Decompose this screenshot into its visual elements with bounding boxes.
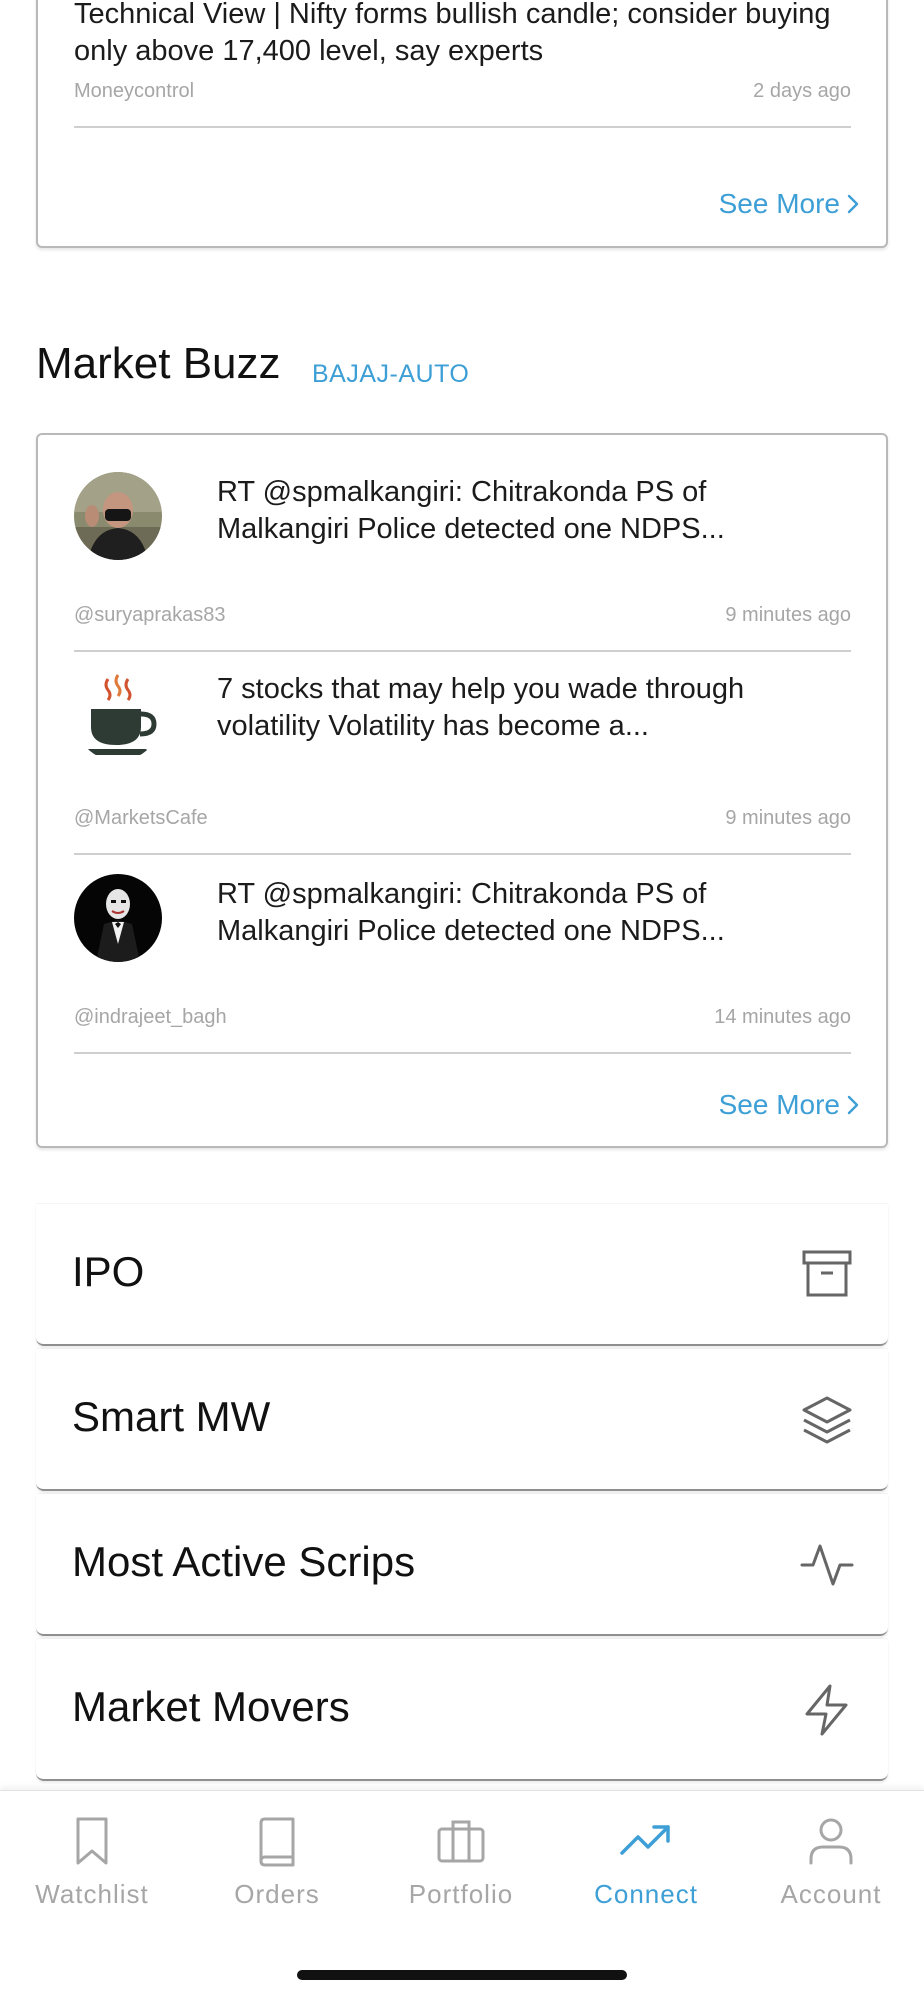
- menu-row-most-active-scrips[interactable]: Most Active Scrips: [36, 1494, 888, 1636]
- menu-row-label[interactable]: IPO: [72, 1248, 144, 1296]
- screen: Technical View | Nifty forms bullish can…: [0, 0, 924, 2000]
- nav-tab-account[interactable]: Account: [739, 1807, 923, 1927]
- buzz-item-handle[interactable]: @MarketsCafe: [74, 807, 208, 830]
- bookmark-icon: [76, 1817, 108, 1865]
- market-buzz-card: RT @spmalkangiri: Chitrakonda PS of Malk…: [36, 433, 888, 1148]
- buzz-item[interactable]: RT @spmalkangiri: Chitrakonda PS of Malk…: [74, 874, 851, 1054]
- coffee-cup-avatar: [74, 673, 162, 761]
- buzz-item-text[interactable]: RT @spmalkangiri: Chitrakonda PS of Malk…: [217, 474, 837, 548]
- menu-row-label[interactable]: Market Movers: [72, 1683, 350, 1731]
- menu-row-label[interactable]: Smart MW: [72, 1393, 270, 1441]
- chevron-right-icon: [847, 1095, 859, 1115]
- home-indicator[interactable]: [297, 1970, 627, 1980]
- divider: [74, 126, 851, 128]
- divider: [74, 650, 851, 652]
- layers-icon: [802, 1396, 852, 1444]
- market-buzz-title: Market Buzz: [36, 339, 281, 388]
- menu-row-ipo[interactable]: IPO: [36, 1204, 888, 1346]
- person-photo-avatar: [74, 472, 162, 560]
- menu-row-label[interactable]: Most Active Scrips: [72, 1538, 415, 1586]
- buzz-item[interactable]: RT @spmalkangiri: Chitrakonda PS of Malk…: [74, 472, 851, 652]
- nav-tab-watchlist[interactable]: Watchlist: [0, 1807, 184, 1927]
- news-item-source: Moneycontrol: [74, 80, 195, 102]
- menu-row-market-movers[interactable]: Market Movers: [36, 1639, 888, 1781]
- joker-avatar: [74, 874, 162, 962]
- news-item-time: 2 days ago: [753, 80, 851, 102]
- news-card: Technical View | Nifty forms bullish can…: [36, 0, 888, 248]
- trending-up-icon: [620, 1825, 670, 1855]
- buzz-item-text[interactable]: 7 stocks that may help you wade through …: [217, 671, 837, 745]
- buzz-item-text[interactable]: RT @spmalkangiri: Chitrakonda PS of Malk…: [217, 876, 837, 950]
- archive-icon: [802, 1250, 852, 1297]
- buzz-item-handle[interactable]: @indrajeet_bagh: [74, 1006, 227, 1029]
- nav-tab-label[interactable]: Connect: [554, 1879, 738, 1910]
- divider: [74, 1052, 851, 1054]
- nav-tab-connect[interactable]: Connect: [554, 1807, 738, 1927]
- news-see-more-label[interactable]: See More: [719, 188, 840, 220]
- nav-tab-label[interactable]: Account: [739, 1879, 923, 1910]
- chevron-right-icon: [847, 194, 859, 214]
- divider: [74, 853, 851, 855]
- nav-tab-label[interactable]: Orders: [185, 1879, 369, 1910]
- nav-tab-label[interactable]: Portfolio: [369, 1879, 553, 1910]
- news-item-title[interactable]: Technical View | Nifty forms bullish can…: [74, 0, 851, 70]
- buzz-item[interactable]: 7 stocks that may help you wade through …: [74, 671, 851, 855]
- news-see-more-link[interactable]: See More: [719, 188, 860, 220]
- news-item[interactable]: Technical View | Nifty forms bullish can…: [74, 0, 851, 128]
- bottom-nav-bar: Watchlist Orders Portfolio Connect Accou…: [0, 1790, 924, 2000]
- buzz-item-handle[interactable]: @suryaprakas83: [74, 604, 225, 627]
- buzz-item-time: 9 minutes ago: [725, 807, 851, 829]
- market-buzz-symbol-tag[interactable]: BAJAJ-AUTO: [312, 360, 469, 389]
- menu-row-smart-mw[interactable]: Smart MW: [36, 1349, 888, 1491]
- buzz-item-time: 14 minutes ago: [714, 1006, 851, 1028]
- briefcase-icon: [437, 1820, 485, 1863]
- nav-tab-portfolio[interactable]: Portfolio: [369, 1807, 553, 1927]
- book-icon: [259, 1817, 295, 1867]
- buzz-see-more-link[interactable]: See More: [719, 1089, 860, 1121]
- lightning-icon: [805, 1684, 848, 1736]
- nav-tab-orders[interactable]: Orders: [185, 1807, 369, 1927]
- buzz-see-more-label[interactable]: See More: [719, 1089, 840, 1121]
- user-icon: [809, 1818, 853, 1865]
- activity-icon: [800, 1544, 854, 1586]
- buzz-item-time: 9 minutes ago: [725, 604, 851, 626]
- nav-tab-label[interactable]: Watchlist: [0, 1879, 184, 1910]
